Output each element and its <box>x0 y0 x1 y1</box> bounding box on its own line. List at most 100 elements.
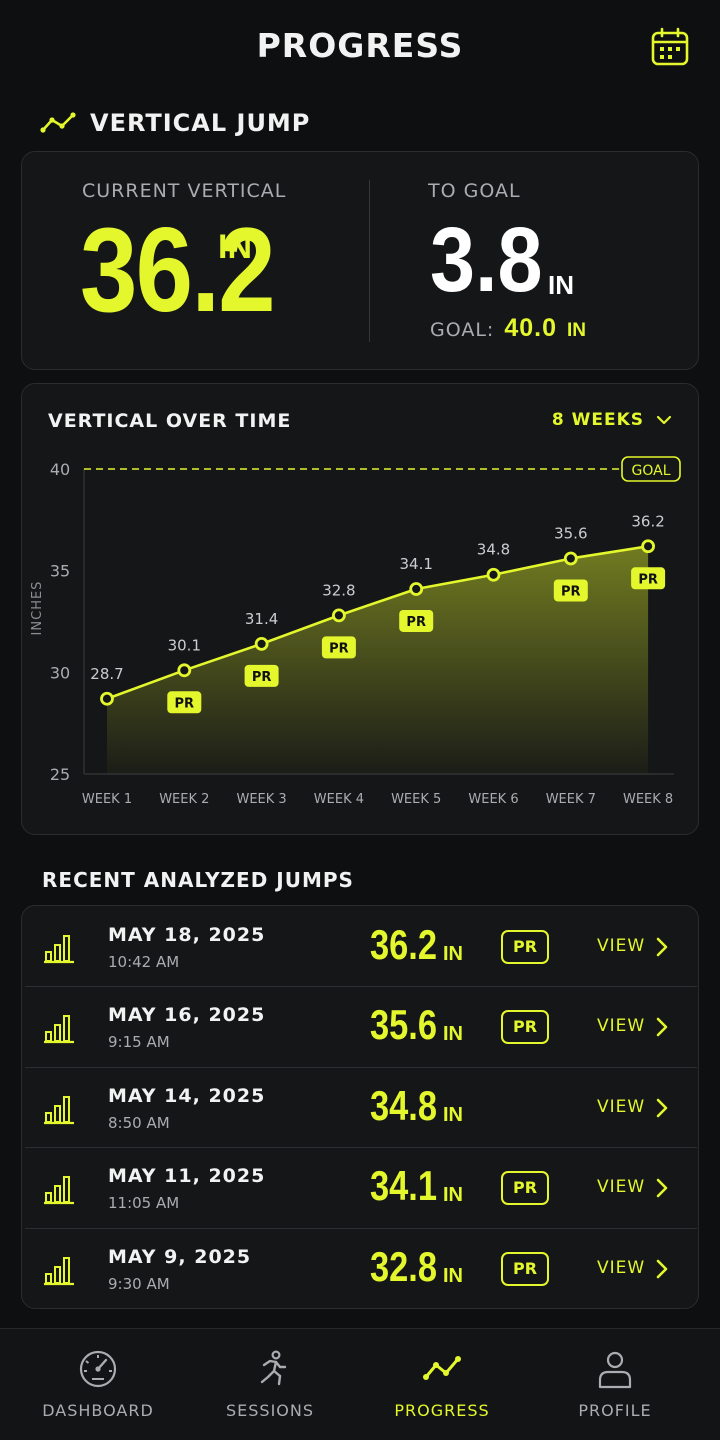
jump-value: 36.2 <box>370 921 438 968</box>
data-label: 28.7 <box>90 665 123 683</box>
goal-label: GOAL: <box>430 319 495 341</box>
y-tick-label: 40 <box>50 460 70 479</box>
current-vertical-value-group: 36.2 <box>80 210 306 330</box>
jump-unit: IN <box>443 1184 463 1207</box>
goal-value: 40.0 <box>504 314 558 342</box>
vertical-chart-card: VERTICAL OVER TIME 8 WEEKS INCHES 25 30 35… <box>21 383 699 835</box>
view-link[interactable]: VIEW <box>597 1016 645 1036</box>
data-label: 31.4 <box>245 610 278 628</box>
chevron-right-icon[interactable] <box>655 1097 669 1119</box>
pr-badge: PR <box>406 615 426 630</box>
data-point <box>641 539 655 554</box>
x-tick-label: WEEK 4 <box>314 792 364 807</box>
gauge-icon <box>79 1350 117 1388</box>
pr-badge: PR <box>252 670 272 685</box>
data-point <box>331 608 346 623</box>
jump-row[interactable]: MAY 14, 2025 8:50 AM 34.8 IN VIEW <box>22 1066 698 1147</box>
jump-date: MAY 9, 2025 <box>108 1245 252 1268</box>
section-header: VERTICAL JUMP <box>40 105 310 141</box>
chart-plot-area: 25 30 35 40 GOAL 28.7 WEEK 1 30.1 PR WEEK 2 31.4 PR… <box>50 456 681 807</box>
view-link[interactable]: VIEW <box>597 1177 645 1197</box>
view-link[interactable]: VIEW <box>597 1097 645 1117</box>
jump-unit: IN <box>443 943 463 965</box>
jump-unit: IN <box>443 1023 463 1046</box>
data-point <box>486 567 501 582</box>
goal-unit: IN <box>567 320 587 341</box>
progress-screen: PROGRESS VERTICAL JUMP CURRENT VERTICAL … <box>0 0 720 1440</box>
to-goal-value: 3.8 <box>430 209 543 311</box>
nav-label: PROFILE <box>578 1401 652 1420</box>
jump-row[interactable]: MAY 18, 2025 10:42 AM 36.2 IN PR VIEW <box>22 906 698 986</box>
section-title: VERTICAL JUMP <box>90 109 311 137</box>
bar-chart-icon <box>42 1091 76 1125</box>
bottom-nav: DASHBOARD SESSIONS PROGRESS PROFILE <box>0 1328 720 1440</box>
row-divider <box>25 986 697 988</box>
vertical-stats-card: CURRENT VERTICAL 36.2 IN TO GOAL 3.8 IN … <box>21 151 699 370</box>
nav-progress[interactable]: PROGRESS <box>352 1329 532 1440</box>
current-vertical-unit: IN <box>218 228 252 266</box>
pr-badge: PR <box>329 641 349 656</box>
nav-label: SESSIONS <box>225 1401 314 1420</box>
data-point <box>177 663 192 678</box>
y-tick-label: 25 <box>50 765 70 784</box>
to-goal-label: TO GOAL <box>428 180 521 202</box>
recent-jumps-list: MAY 18, 2025 10:42 AM 36.2 IN PR VIEW MAY 16, … <box>21 905 699 1309</box>
jump-unit: IN <box>443 1103 463 1126</box>
row-divider <box>25 1066 697 1068</box>
x-tick-label: WEEK 1 <box>82 792 132 807</box>
x-tick-label: WEEK 3 <box>236 792 286 807</box>
chevron-right-icon[interactable] <box>655 1258 669 1280</box>
pr-badge: PR <box>501 1171 549 1206</box>
nav-label: DASHBOARD <box>42 1401 154 1420</box>
data-point <box>409 582 424 596</box>
chevron-right-icon[interactable] <box>655 1016 669 1038</box>
x-tick-label: WEEK 5 <box>391 792 441 807</box>
bar-chart-icon <box>42 1252 76 1286</box>
bar-chart-icon <box>42 930 76 964</box>
jump-row[interactable]: MAY 11, 2025 11:05 AM 34.1 IN PR VIEW <box>22 1147 698 1227</box>
pr-badge: PR <box>175 696 195 711</box>
data-label: 30.1 <box>168 636 201 654</box>
jump-date: MAY 14, 2025 <box>108 1084 266 1107</box>
nav-profile[interactable]: PROFILE <box>525 1329 705 1440</box>
data-label: 34.8 <box>477 541 510 559</box>
nav-sessions[interactable]: SESSIONS <box>180 1329 360 1440</box>
chevron-right-icon[interactable] <box>655 936 669 958</box>
to-goal-unit: IN <box>548 270 574 300</box>
jump-time: 8:50 AM <box>108 1113 170 1132</box>
bar-chart-icon <box>42 1010 76 1044</box>
vertical-line-chart: INCHES 25 30 35 40 GOAL 28.7 WEEK 1 30.1 PR WEEK … <box>30 456 681 807</box>
jump-value: 34.1 <box>370 1162 438 1210</box>
chevron-right-icon[interactable] <box>655 1177 669 1199</box>
jump-value: 35.6 <box>370 1001 438 1049</box>
calendar-icon[interactable] <box>650 27 690 67</box>
jump-time: 9:30 AM <box>108 1274 170 1293</box>
jump-date: MAY 16, 2025 <box>108 1004 266 1027</box>
nav-dashboard[interactable]: DASHBOARD <box>8 1329 188 1440</box>
jump-value: 34.8 <box>370 1081 438 1129</box>
data-point <box>100 691 114 706</box>
nav-label: PROGRESS <box>394 1401 490 1420</box>
goal-tag: GOAL <box>632 463 671 479</box>
jump-time: 11:05 AM <box>108 1194 180 1213</box>
jump-date: MAY 11, 2025 <box>108 1165 266 1188</box>
y-tick-label: 30 <box>50 663 70 682</box>
jump-time: 10:42 AM <box>108 953 180 971</box>
view-link[interactable]: VIEW <box>597 1258 645 1278</box>
x-tick-label: WEEK 2 <box>159 792 209 807</box>
bar-chart-icon <box>42 1171 76 1205</box>
x-tick-label: WEEK 8 <box>623 792 673 807</box>
jump-row[interactable]: MAY 9, 2025 9:30 AM 32.8 IN PR VIEW <box>22 1227 698 1308</box>
pr-badge: PR <box>638 572 658 587</box>
view-link[interactable]: VIEW <box>597 936 645 956</box>
page-title: PROGRESS <box>256 26 464 65</box>
x-tick-label: WEEK 7 <box>546 792 596 807</box>
pr-badge: PR <box>501 1251 549 1286</box>
y-tick-label: 35 <box>50 562 70 581</box>
jump-row[interactable]: MAY 16, 2025 9:15 AM 35.6 IN PR VIEW <box>22 986 698 1066</box>
row-divider <box>25 1147 697 1149</box>
jump-value: 32.8 <box>370 1242 438 1290</box>
data-label: 34.1 <box>399 555 432 573</box>
recent-jumps-title: RECENT ANALYZED JUMPS <box>42 868 354 892</box>
stats-divider <box>369 180 370 342</box>
